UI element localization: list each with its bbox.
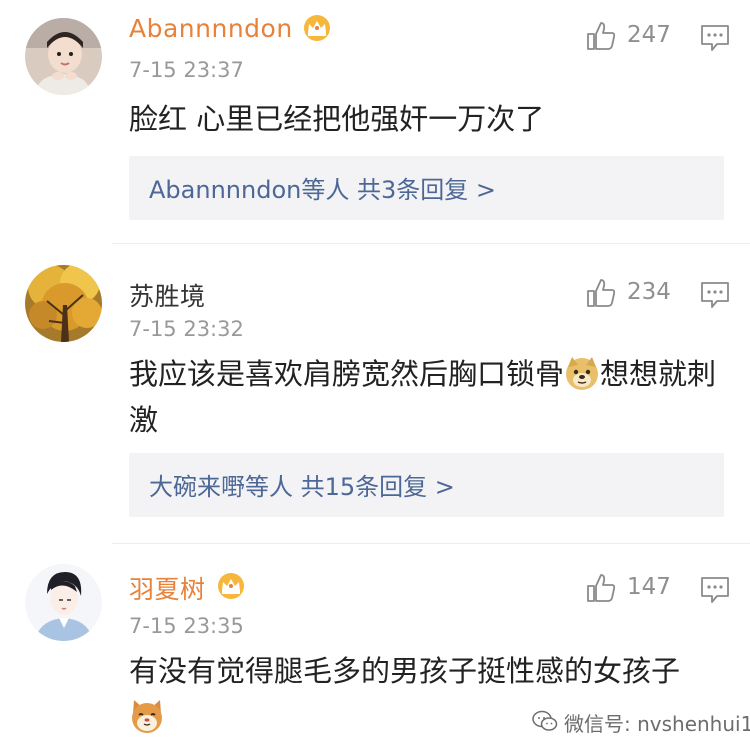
doge-emoji bbox=[566, 357, 599, 390]
comment-time: 7-15 23:37 bbox=[129, 58, 244, 82]
reply-comment-icon[interactable] bbox=[700, 576, 730, 604]
wechat-icon bbox=[532, 710, 558, 731]
avatar[interactable] bbox=[25, 564, 102, 641]
comment-text-part: 有没有觉得腿毛多的男孩子挺性感的女孩子 bbox=[129, 654, 681, 688]
avatar[interactable] bbox=[25, 18, 102, 95]
reply-comment-icon[interactable] bbox=[700, 281, 730, 309]
crown-icon bbox=[218, 573, 244, 599]
thumbs-up-icon bbox=[587, 279, 616, 307]
replies-summary[interactable]: 大碗来嘢等人 共15条回复 > bbox=[129, 453, 724, 517]
replies-link[interactable]: 大碗来嘢等人 共15条回复 > bbox=[149, 467, 455, 502]
thumbs-up-icon bbox=[587, 22, 616, 50]
replies-summary[interactable]: Abannnndon等人 共3条回复 > bbox=[129, 156, 724, 220]
comment-text: 我应该是喜欢肩膀宽然后胸口锁骨 想想就刺激 bbox=[129, 351, 719, 443]
replies-link[interactable]: Abannnndon等人 共3条回复 > bbox=[149, 170, 496, 205]
reply-comment-icon[interactable] bbox=[700, 24, 730, 52]
comment-item: Abannnndon 7-15 23:37 247 脸红 心里已经把他强奸一万次… bbox=[0, 0, 750, 244]
crown-icon bbox=[304, 15, 330, 41]
comment-text-part: 我应该是喜欢肩膀宽然后胸口锁骨 bbox=[129, 357, 565, 391]
like-count: 234 bbox=[627, 279, 671, 305]
username[interactable]: Abannnndon bbox=[129, 14, 293, 43]
like-count: 247 bbox=[627, 22, 671, 48]
avatar[interactable] bbox=[25, 265, 102, 342]
like-count: 147 bbox=[627, 574, 671, 600]
comment-time: 7-15 23:35 bbox=[129, 614, 244, 638]
username[interactable]: 苏胜境 bbox=[129, 277, 206, 313]
username[interactable]: 羽夏树 bbox=[129, 570, 206, 606]
comment-item: 苏胜境 7-15 23:32 234 我应该是喜欢肩膀宽然后胸口锁骨 想想就刺激… bbox=[0, 245, 750, 543]
comment-time: 7-15 23:32 bbox=[129, 317, 244, 341]
comment-text: 脸红 心里已经把他强奸一万次了 bbox=[129, 102, 545, 136]
divider bbox=[112, 243, 750, 244]
watermark-text: 微信号: nvshenhui1 bbox=[564, 712, 750, 736]
comment-feed: Abannnndon 7-15 23:37 247 脸红 心里已经把他强奸一万次… bbox=[0, 0, 750, 750]
thumbs-up-icon bbox=[587, 574, 616, 602]
cat-emoji bbox=[132, 700, 162, 733]
